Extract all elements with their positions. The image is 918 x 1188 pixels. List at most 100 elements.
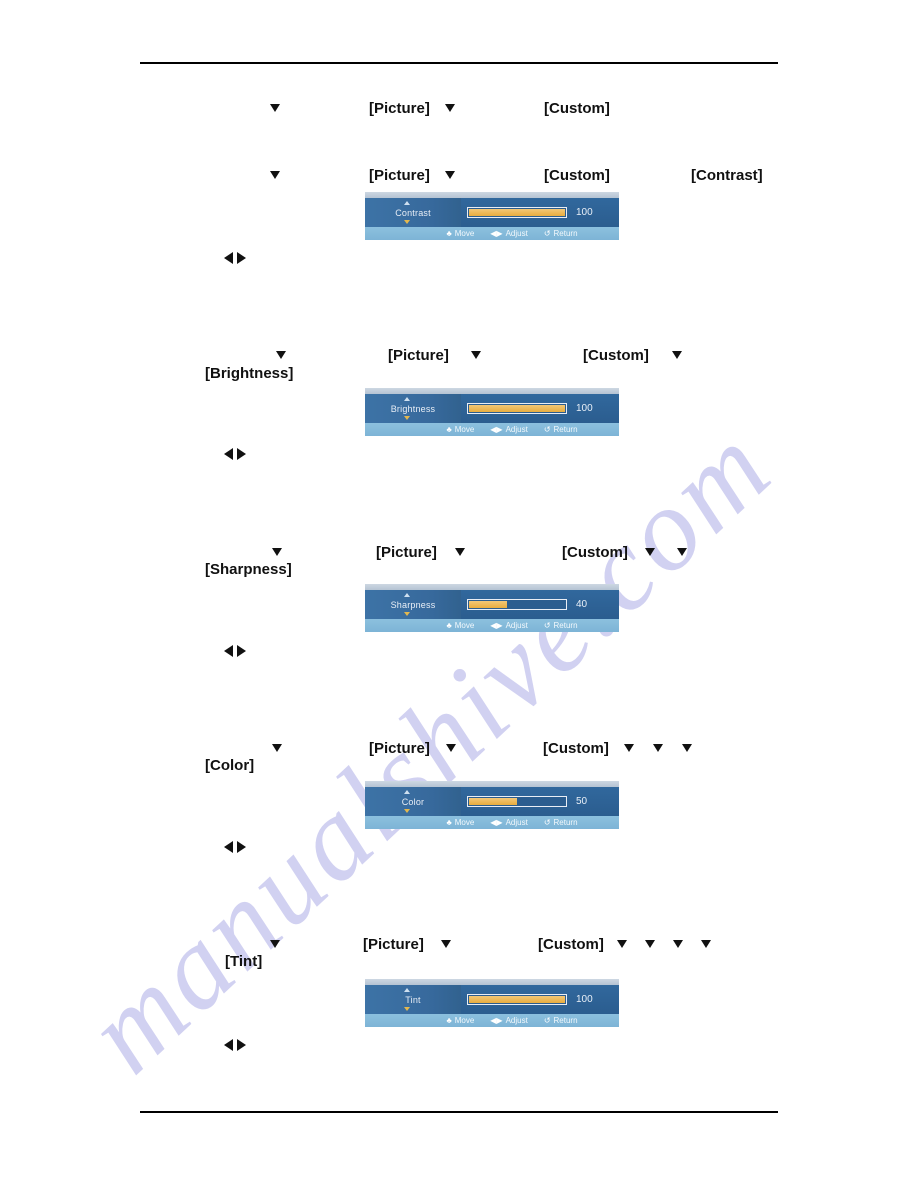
osd-footer-hints: ♣ Move ◀▶ Adjust ↺ Return [365, 227, 619, 240]
osd-body: Sharpness 40 [365, 590, 619, 619]
osd-slider-fill [469, 209, 565, 216]
osd-hint-return: ↺ Return [544, 425, 578, 434]
menu-token-custom: [Custom] [562, 544, 628, 561]
osd-label-column: Tint [365, 985, 461, 1014]
osd-label-column: Contrast [365, 198, 461, 227]
osd-label-text: Tint [405, 994, 421, 1005]
menu-token-custom: [Custom] [583, 347, 649, 364]
chevron-down-icon [270, 940, 280, 948]
osd-hint-label: Adjust [505, 1016, 528, 1025]
menu-token-custom: [Custom] [543, 740, 609, 757]
osd-hint-label: Move [454, 818, 475, 827]
osd-value-text: 50 [576, 796, 588, 807]
menu-token-picture: [Picture] [388, 347, 449, 364]
arrow-right-icon [237, 252, 246, 264]
adjust-leftright-icon: ◀▶ [490, 424, 503, 434]
menu-token-picture: [Picture] [369, 100, 430, 117]
move-updown-icon: ♣ [446, 424, 452, 434]
osd-hint-return: ↺ Return [544, 818, 578, 827]
menu-token-tint: [Tint] [225, 953, 263, 970]
osd-hint-label: Move [454, 1016, 475, 1025]
osd-panel-sharpness: Sharpness 40 ♣ Move ◀▶ Adjust ↺ Return [365, 584, 619, 632]
osd-up-arrow-icon[interactable] [404, 201, 410, 205]
osd-down-arrow-icon[interactable] [404, 220, 410, 224]
left-right-adjust-icons [224, 841, 246, 853]
menu-token-picture: [Picture] [369, 740, 430, 757]
chevron-down-icon [446, 744, 456, 752]
osd-label-text: Brightness [390, 403, 436, 414]
move-updown-icon: ♣ [446, 817, 452, 827]
osd-footer-hints: ♣ Move ◀▶ Adjust ↺ Return [365, 816, 619, 829]
arrow-right-icon [237, 1039, 246, 1051]
arrow-left-icon [224, 448, 233, 460]
chevron-down-icon [270, 171, 280, 179]
return-icon: ↺ [543, 620, 551, 630]
chevron-down-icon [682, 744, 692, 752]
osd-up-arrow-icon[interactable] [404, 790, 410, 794]
arrow-left-icon [224, 252, 233, 264]
adjust-leftright-icon: ◀▶ [490, 817, 503, 827]
osd-up-arrow-icon[interactable] [404, 593, 410, 597]
bottom-rule [140, 1111, 778, 1113]
chevron-down-icon [673, 940, 683, 948]
osd-down-arrow-icon[interactable] [404, 612, 410, 616]
osd-hint-label: Move [454, 621, 475, 630]
return-icon: ↺ [543, 424, 551, 434]
osd-hint-label: Move [454, 229, 475, 238]
osd-hint-return: ↺ Return [544, 1016, 578, 1025]
osd-hint-adjust: ◀▶ Adjust [490, 1016, 528, 1025]
osd-slider-track[interactable] [467, 403, 567, 414]
osd-slider-track[interactable] [467, 207, 567, 218]
adjust-leftright-icon: ◀▶ [490, 228, 503, 238]
chevron-down-icon [441, 940, 451, 948]
arrow-left-icon [224, 841, 233, 853]
chevron-down-icon [455, 548, 465, 556]
osd-panel-contrast: Contrast 100 ♣ Move ◀▶ Adjust ↺ Return [365, 192, 619, 240]
menu-token-brightness: [Brightness] [205, 365, 294, 382]
return-icon: ↺ [543, 817, 551, 827]
osd-hint-label: Move [454, 425, 475, 434]
osd-hint-label: Adjust [505, 818, 528, 827]
osd-hint-label: Return [553, 425, 578, 434]
left-right-adjust-icons [224, 252, 246, 264]
osd-hint-label: Adjust [505, 229, 528, 238]
chevron-down-icon [672, 351, 682, 359]
osd-panel-brightness: Brightness 100 ♣ Move ◀▶ Adjust ↺ Return [365, 388, 619, 436]
osd-hint-return: ↺ Return [544, 621, 578, 630]
osd-label-text: Color [401, 796, 425, 807]
move-updown-icon: ♣ [446, 1015, 452, 1025]
osd-hint-label: Return [553, 229, 578, 238]
osd-value-text: 100 [576, 207, 593, 218]
left-right-adjust-icons [224, 448, 246, 460]
osd-hint-adjust: ◀▶ Adjust [490, 229, 528, 238]
osd-down-arrow-icon[interactable] [404, 809, 410, 813]
osd-label-text: Sharpness [390, 599, 436, 610]
osd-slider-track[interactable] [467, 994, 567, 1005]
chevron-down-icon [445, 104, 455, 112]
osd-hint-adjust: ◀▶ Adjust [490, 425, 528, 434]
osd-down-arrow-icon[interactable] [404, 1007, 410, 1011]
top-rule [140, 62, 778, 64]
osd-hint-label: Return [553, 818, 578, 827]
osd-label-column: Color [365, 787, 461, 816]
osd-slider-track[interactable] [467, 599, 567, 610]
osd-footer-hints: ♣ Move ◀▶ Adjust ↺ Return [365, 619, 619, 632]
osd-down-arrow-icon[interactable] [404, 416, 410, 420]
osd-up-arrow-icon[interactable] [404, 988, 410, 992]
osd-up-arrow-icon[interactable] [404, 397, 410, 401]
osd-hint-adjust: ◀▶ Adjust [490, 621, 528, 630]
menu-token-custom: [Custom] [544, 100, 610, 117]
return-icon: ↺ [543, 1015, 551, 1025]
osd-slider-fill [469, 996, 565, 1003]
move-updown-icon: ♣ [446, 228, 452, 238]
chevron-down-icon [270, 104, 280, 112]
osd-label-column: Sharpness [365, 590, 461, 619]
osd-hint-label: Adjust [505, 425, 528, 434]
menu-token-picture: [Picture] [376, 544, 437, 561]
osd-hint-move: ♣ Move [446, 1016, 474, 1025]
arrow-right-icon [237, 448, 246, 460]
chevron-down-icon [701, 940, 711, 948]
left-right-adjust-icons [224, 645, 246, 657]
osd-label-column: Brightness [365, 394, 461, 423]
osd-slider-track[interactable] [467, 796, 567, 807]
